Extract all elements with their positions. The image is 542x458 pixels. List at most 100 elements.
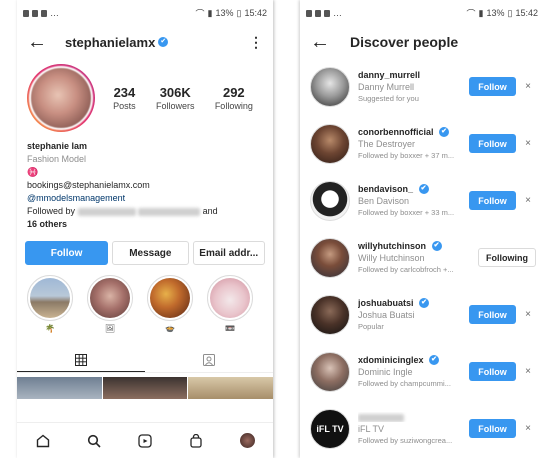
follow-button[interactable]: Follow: [469, 134, 516, 153]
follow-button[interactable]: Follow: [469, 305, 516, 324]
wifi-icon: ⌒: [195, 8, 205, 19]
suggestion-reason: Followed by boxxer + 37 m...: [358, 151, 455, 161]
suggestion-reason: Followed by carlcobfroch +...: [358, 265, 454, 275]
suggestion-fullname: Danny Murrell: [358, 82, 415, 92]
battery-level: 13%: [215, 8, 234, 18]
signal-icon: ▮: [207, 7, 213, 18]
avatar[interactable]: iFL TV: [310, 408, 350, 449]
bio-category: Fashion Model: [27, 154, 87, 164]
suggestion-fullname: The Destroyer: [358, 139, 416, 150]
highlight-item[interactable]: 🍲: [147, 275, 193, 334]
avatar[interactable]: [310, 123, 350, 164]
follow-button[interactable]: Follow: [469, 77, 516, 96]
suggestion-fullname: Joshua Buatsi: [358, 310, 415, 321]
status-bar: … ⌒ ▮ 13% ▯ 15:42: [300, 0, 542, 26]
posts-stat[interactable]: 234 Posts: [113, 85, 136, 111]
clock: 15:42: [244, 8, 267, 18]
tab-tagged[interactable]: [145, 348, 273, 372]
followers-stat[interactable]: 306K Followers: [156, 85, 195, 111]
wifi-icon: ⌒: [466, 8, 476, 19]
tab-grid[interactable]: [17, 348, 145, 372]
discover-people-screen: … ⌒ ▮ 13% ▯ 15:42 ← Discover people dann…: [300, 0, 542, 458]
more-options-icon[interactable]: ⋮: [249, 34, 263, 51]
list-item[interactable]: danny_murrell Danny Murrell Suggested fo…: [310, 58, 536, 115]
avatar[interactable]: [310, 294, 350, 335]
profile-screen: … ⌒ ▮ 13% ▯ 15:42 ← stephanielamx ✔ ⋮ 23…: [17, 0, 273, 458]
reels-icon[interactable]: [137, 433, 153, 449]
suggestion-username: [358, 412, 469, 422]
discover-header: ← Discover people: [300, 26, 542, 58]
list-item[interactable]: conorbennofficial ✔ The Destroyer Follow…: [310, 115, 536, 172]
verified-badge-icon: ✔: [439, 127, 450, 138]
verified-badge-icon: ✔: [419, 298, 430, 309]
highlight-item[interactable]: 📼: [207, 275, 253, 334]
verified-badge-icon: ✔: [431, 241, 442, 252]
suggestion-username: xdominicinglex ✔: [358, 355, 469, 366]
bio-symbol: ♓: [27, 167, 39, 177]
redacted-name: [138, 207, 201, 216]
following-stat[interactable]: 292 Following: [215, 85, 253, 111]
follow-button[interactable]: Follow: [25, 241, 109, 265]
following-button[interactable]: Following: [478, 248, 536, 267]
followed-by-line[interactable]: Followed by and: [27, 205, 263, 218]
verified-badge-icon: ✔: [418, 184, 429, 195]
highlight-item[interactable]: 🖼: [87, 275, 133, 334]
bottom-nav: [17, 422, 273, 458]
suggestion-reason: Followed by boxxer + 33 m...: [358, 208, 455, 218]
search-icon[interactable]: [86, 433, 102, 449]
close-icon[interactable]: ×: [520, 309, 536, 320]
bio-email: bookings@stephanielamx.com: [27, 180, 150, 190]
bio-name: stephanie lam: [27, 141, 88, 151]
avatar[interactable]: [310, 237, 350, 278]
signal-icon: ▮: [478, 7, 484, 18]
suggestion-reason: Followed by champcummi...: [358, 379, 451, 389]
list-item[interactable]: bendavison_ ✔ Ben Davison Followed by bo…: [310, 172, 536, 229]
suggestion-reason: Suggested for you: [358, 94, 419, 103]
profile-username: stephanielamx: [65, 34, 156, 50]
follow-button[interactable]: Follow: [469, 419, 516, 438]
avatar[interactable]: [310, 351, 350, 392]
bio-mention-link[interactable]: @mmodelsmanagement: [27, 192, 263, 205]
back-arrow-icon[interactable]: ←: [27, 32, 51, 52]
page-title: Discover people: [350, 34, 459, 50]
verified-badge-icon: ✔: [158, 37, 169, 47]
profile-avatar[interactable]: [27, 64, 95, 132]
close-icon[interactable]: ×: [520, 138, 536, 149]
redacted-name: [77, 207, 136, 216]
close-icon[interactable]: ×: [520, 423, 536, 434]
follow-button[interactable]: Follow: [469, 191, 516, 210]
close-icon[interactable]: ×: [520, 81, 536, 92]
suggestion-username: bendavison_ ✔: [358, 184, 469, 195]
profile-tabs: [17, 348, 273, 373]
home-icon[interactable]: [35, 433, 51, 449]
suggestion-fullname: Dominic Ingle: [358, 367, 413, 378]
list-item[interactable]: joshuabuatsi ✔ Joshua Buatsi Popular Fol…: [310, 286, 536, 343]
list-item[interactable]: xdominicinglex ✔ Dominic Ingle Followed …: [310, 343, 536, 400]
back-arrow-icon[interactable]: ←: [310, 32, 334, 52]
list-item[interactable]: willyhutchinson ✔ Willy Hutchinson Follo…: [310, 229, 536, 286]
story-highlights: 🌴 🖼 🍲 📼: [17, 265, 273, 334]
list-item[interactable]: iFL TV iFL TV Followed by suziwongcrea..…: [310, 400, 536, 457]
post-grid-preview[interactable]: [17, 377, 273, 399]
redacted-username: [358, 413, 404, 422]
close-icon[interactable]: ×: [520, 366, 536, 377]
follow-button[interactable]: Follow: [469, 362, 516, 381]
avatar[interactable]: [310, 66, 350, 107]
followed-by-others[interactable]: 16 others: [27, 218, 263, 231]
suggestion-fullname: iFL TV: [358, 424, 385, 434]
profile-header: ← stephanielamx ✔ ⋮: [17, 26, 273, 58]
profile-avatar-icon[interactable]: [239, 433, 255, 449]
avatar[interactable]: [310, 180, 350, 221]
battery-level: 13%: [486, 8, 505, 18]
email-button[interactable]: Email addr...: [192, 241, 265, 265]
battery-icon: ▯: [236, 7, 242, 18]
suggestion-list: danny_murrell Danny Murrell Suggested fo…: [300, 58, 542, 457]
profile-stats: 234 Posts 306K Followers 292 Following: [95, 85, 263, 111]
close-icon[interactable]: ×: [520, 195, 536, 206]
suggestion-username: danny_murrell: [358, 70, 421, 80]
clock: 15:42: [515, 8, 538, 18]
message-button[interactable]: Message: [112, 241, 189, 265]
shop-icon[interactable]: [188, 433, 204, 449]
highlight-item[interactable]: 🌴: [27, 275, 73, 334]
suggestion-fullname: Ben Davison: [358, 196, 410, 207]
